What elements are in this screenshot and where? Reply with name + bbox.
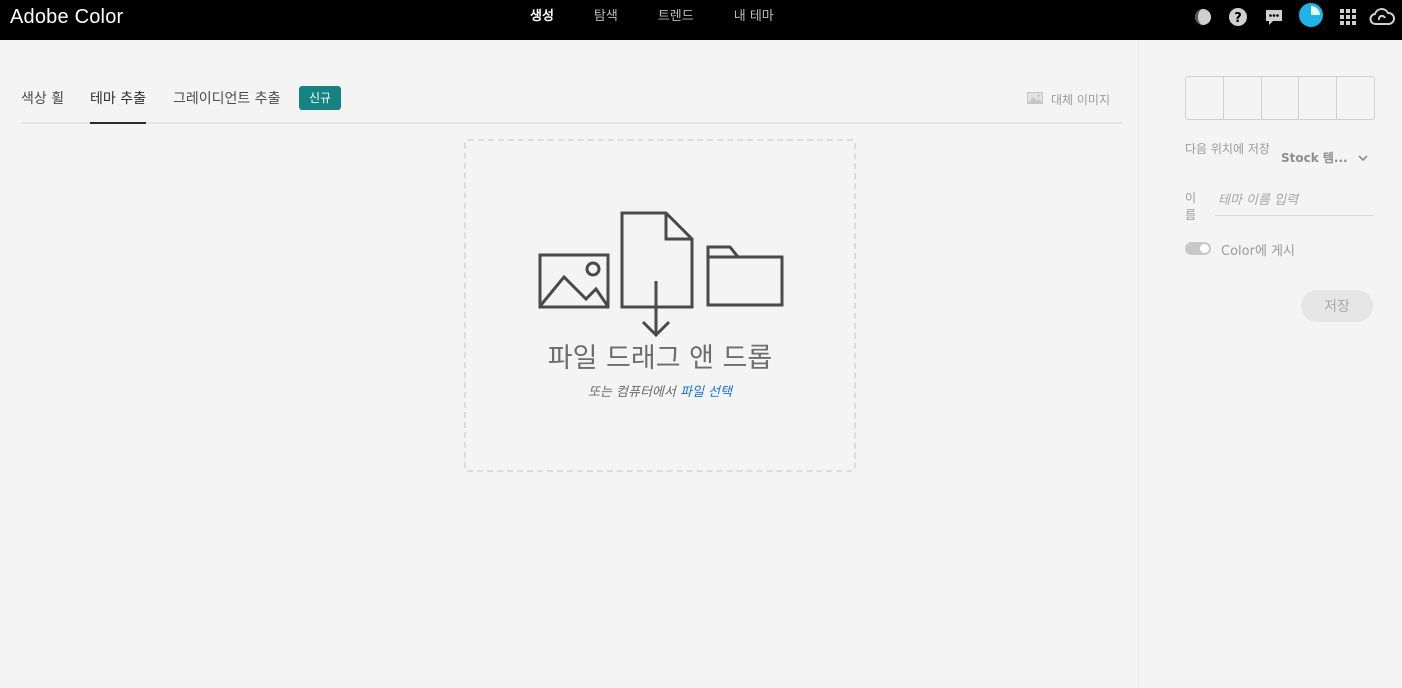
theme-side-panel: 다음 위치에 저장 Stock 템... 이름 Color에 게시 저장 [1138, 40, 1402, 688]
toggle-knob [1200, 244, 1209, 253]
nav-my-themes[interactable]: 내 테마 [714, 0, 794, 34]
new-badge: 신규 [299, 86, 342, 110]
name-label: 이름 [1185, 191, 1197, 222]
nav-explore[interactable]: 탐색 [574, 0, 638, 34]
apps-grid-icon[interactable] [1337, 6, 1359, 28]
swatch-1[interactable] [1186, 77, 1224, 119]
image-icon [538, 253, 610, 309]
avatar[interactable] [1299, 3, 1323, 27]
image-mountain-shape [539, 274, 609, 306]
main-area: 색상 휠 테마 추출 그레이디언트 추출 신규 대체 이미지 파일 드래그 앤 … [0, 40, 1138, 688]
swatch-4[interactable] [1299, 77, 1338, 119]
top-bar: Adobe Color 생성 탐색 트렌드 내 테마 ? [0, 0, 1402, 40]
nav-trends[interactable]: 트렌드 [638, 0, 714, 34]
help-icon[interactable]: ? [1227, 6, 1249, 28]
nav-create[interactable]: 생성 [510, 0, 574, 34]
tab-color-wheel[interactable]: 색상 휠 [21, 88, 64, 124]
save-to-label: 다음 위치에 저장 [1185, 142, 1270, 156]
save-to-value: Stock 템... [1281, 151, 1348, 165]
app-title[interactable]: Adobe Color [10, 6, 123, 29]
publish-label: Color에 게시 [1221, 244, 1295, 259]
choose-file-link[interactable]: 파일 선택 [680, 385, 732, 400]
tab-extract-gradient[interactable]: 그레이디언트 추출 [173, 88, 281, 124]
chevron-down-icon [1358, 151, 1368, 165]
save-to-dropdown[interactable]: Stock 템... [1281, 149, 1368, 166]
drop-title: 파일 드래그 앤 드롭 [547, 343, 773, 374]
mode-tabs: 색상 휠 테마 추출 그레이디언트 추출 신규 대체 이미지 [21, 86, 1122, 124]
dark-mode-icon[interactable] [1192, 6, 1214, 28]
top-navigation: 생성 탐색 트렌드 내 테마 [510, 0, 794, 40]
swatch-3[interactable] [1262, 77, 1300, 119]
feedback-icon[interactable] [1263, 6, 1285, 28]
swatch-5[interactable] [1337, 77, 1374, 119]
svg-text:?: ? [1234, 11, 1242, 26]
publish-toggle[interactable] [1185, 242, 1211, 255]
drop-subtitle-prefix: 또는 컴퓨터에서 [588, 385, 676, 400]
upload-illustration [536, 211, 786, 345]
alt-image-label: 대체 이미지 [1050, 93, 1110, 107]
image-icon [1026, 92, 1043, 107]
file-drop-zone[interactable]: 파일 드래그 앤 드롭 또는 컴퓨터에서 파일 선택 [464, 139, 856, 472]
alt-image-button[interactable]: 대체 이미지 [1026, 91, 1110, 108]
color-swatches [1185, 76, 1375, 120]
theme-name-input[interactable] [1215, 186, 1373, 216]
tab-extract-theme[interactable]: 테마 추출 [90, 88, 146, 124]
swatch-2[interactable] [1224, 77, 1262, 119]
drop-subtitle: 또는 컴퓨터에서 파일 선택 [466, 381, 854, 400]
creative-cloud-icon[interactable] [1369, 6, 1395, 28]
save-button[interactable]: 저장 [1301, 290, 1373, 322]
